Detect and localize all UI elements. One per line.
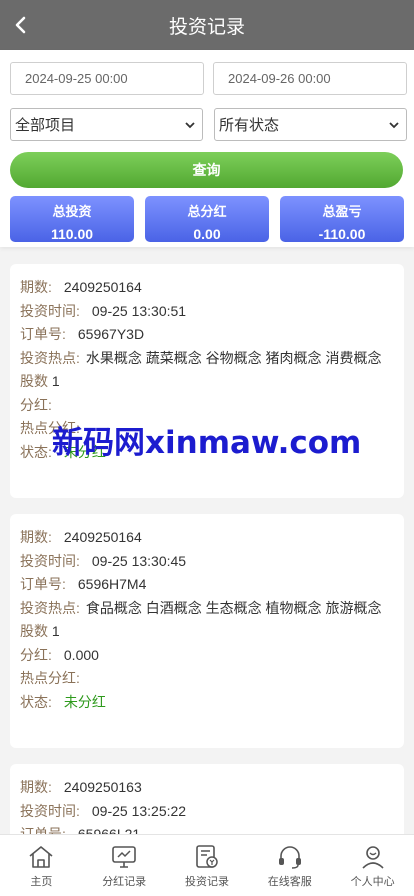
status-label: 状态:: [20, 443, 52, 460]
time-label: 投资时间:: [20, 552, 80, 569]
tab-dividend-records[interactable]: 分红记录: [83, 835, 166, 896]
time-value: 09-25 13:30:45: [91, 552, 187, 569]
stat-total-dividend: 总分红 0.00: [145, 196, 269, 242]
record-card[interactable]: 期数: 2409250164 投资时间: 09-25 13:30:51 订单号: 65…: [10, 264, 404, 498]
stat-value: 0.00: [193, 226, 221, 242]
query-button[interactable]: 查询: [10, 152, 403, 188]
header-bar: 投资记录: [0, 0, 414, 50]
dividend-label: 分红:: [20, 646, 52, 663]
record-card[interactable]: 期数: 2409250164 投资时间: 09-25 13:30:45 订单号: 65…: [10, 514, 404, 748]
chevron-left-icon: [15, 16, 26, 34]
tab-home[interactable]: 主页: [0, 835, 83, 896]
project-select-value: 全部项目: [15, 117, 76, 134]
tab-label: 个人中心: [350, 876, 395, 888]
page-title: 投资记录: [168, 16, 245, 38]
status-value: 未分红: [63, 693, 106, 710]
order-label: 订单号:: [20, 576, 66, 592]
time-value: 09-25 13:30:51: [91, 302, 187, 319]
chevron-down-icon: [389, 122, 399, 129]
stat-label: 总分红: [187, 204, 227, 219]
end-date-input[interactable]: [213, 62, 407, 95]
tab-label: 分红记录: [102, 876, 147, 888]
headset-icon: [278, 846, 301, 869]
tab-investment-records[interactable]: 投资记录: [166, 835, 249, 896]
order-value: 6596H7M4: [77, 576, 147, 592]
period-value: 2409250164: [63, 279, 142, 295]
shares-label: 股数: [20, 623, 48, 639]
hot-dividend-label: 热点分红:: [20, 670, 80, 686]
time-label: 投资时间:: [20, 802, 80, 819]
tab-label: 在线客服: [267, 876, 312, 888]
start-date-input[interactable]: [10, 62, 204, 95]
hot-value: 食品概念 白酒概念 生态概念 植物概念 旅游概念: [85, 599, 382, 616]
stat-label: 总盈亏: [322, 204, 362, 219]
bottom-tab-bar: 主页 分红记录 投资记录 在线客服 个人中心: [0, 834, 414, 896]
hot-label: 投资热点:: [20, 599, 80, 616]
stat-total-investment: 总投资 110.00: [10, 196, 134, 242]
shares-value: 1: [51, 373, 60, 389]
dividend-label: 分红:: [20, 396, 52, 413]
shares-value: 1: [51, 623, 60, 639]
time-value: 09-25 13:25:22: [91, 802, 187, 819]
stat-value: -110.00: [318, 226, 366, 242]
tab-label: 投资记录: [184, 876, 229, 888]
stat-label: 总投资: [52, 204, 92, 219]
period-value: 2409250164: [63, 529, 142, 545]
hot-label: 投资热点:: [20, 349, 80, 366]
order-label: 订单号:: [20, 326, 66, 342]
chevron-down-icon: [185, 122, 195, 129]
stat-total-profit-loss: 总盈亏 -110.00: [280, 196, 404, 242]
filter-panel: 全部项目 所有状态 查询 总投资 110.00 总分红 0.00 总盈亏 -11…: [0, 50, 414, 247]
status-select-value: 所有状态: [219, 117, 280, 134]
period-value: 2409250163: [63, 779, 142, 795]
period-label: 期数:: [20, 529, 52, 545]
stat-value: 110.00: [50, 226, 94, 242]
tab-online-service[interactable]: 在线客服: [248, 835, 331, 896]
user-icon: [362, 846, 384, 869]
project-select[interactable]: 全部项目: [10, 108, 203, 141]
period-label: 期数:: [20, 279, 52, 295]
status-label: 状态:: [20, 693, 52, 710]
time-label: 投资时间:: [20, 302, 80, 319]
status-select[interactable]: 所有状态: [214, 108, 407, 141]
tab-personal-center[interactable]: 个人中心: [331, 835, 414, 896]
period-label: 期数:: [20, 779, 52, 795]
watermark-text: 新码网xinmaw.com: [52, 425, 362, 461]
dividend-value: 0.000: [63, 646, 99, 663]
tab-label: 主页: [30, 876, 53, 888]
shares-label: 股数: [20, 373, 48, 389]
order-value: 65967Y3D: [77, 326, 145, 342]
hot-value: 水果概念 蔬菜概念 谷物概念 猪肉概念 消费概念: [85, 349, 382, 366]
back-button[interactable]: [10, 12, 30, 38]
home-icon: [29, 846, 53, 868]
invest-record-icon: [196, 845, 218, 868]
monitor-chart-icon: [112, 846, 136, 868]
